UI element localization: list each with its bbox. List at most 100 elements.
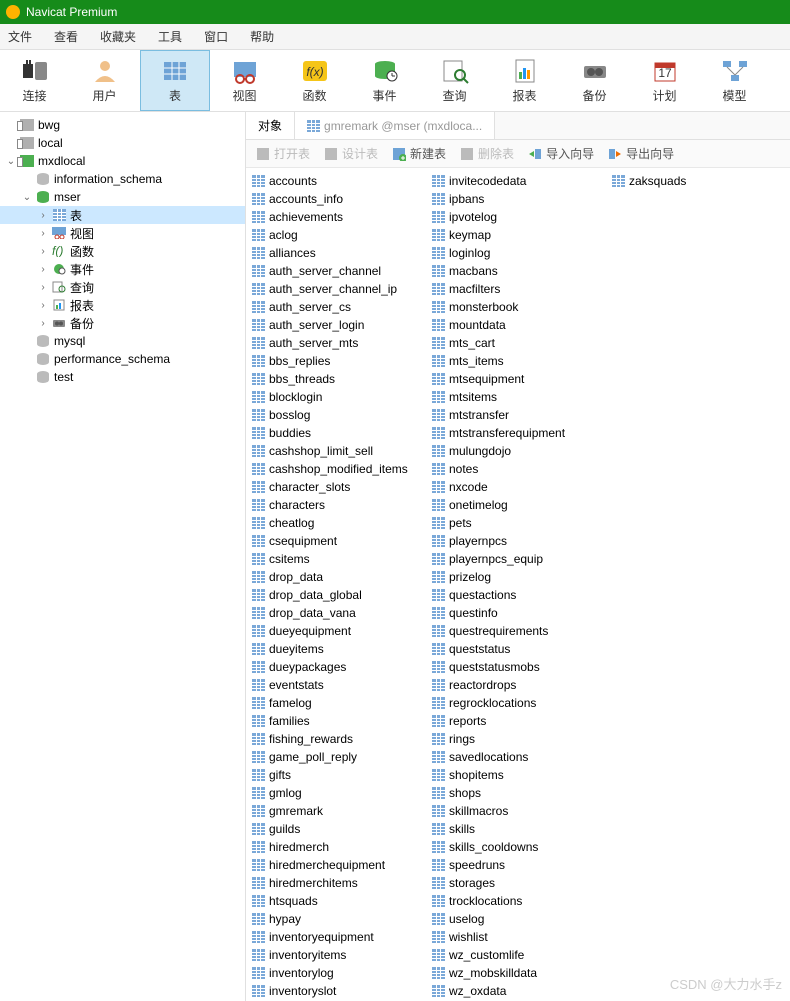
dbchild-函数[interactable]: ›f()函数 bbox=[0, 242, 245, 260]
table-item[interactable]: dueyequipment bbox=[250, 622, 430, 640]
table-item[interactable]: aclog bbox=[250, 226, 430, 244]
dbchild-视图[interactable]: ›视图 bbox=[0, 224, 245, 242]
table-item[interactable]: drop_data_vana bbox=[250, 604, 430, 622]
table-item[interactable]: macfilters bbox=[430, 280, 610, 298]
expand-icon[interactable]: ⌄ bbox=[4, 156, 18, 167]
table-item[interactable]: reactordrops bbox=[430, 676, 610, 694]
table-item[interactable]: auth_server_channel bbox=[250, 262, 430, 280]
table-item[interactable]: csitems bbox=[250, 550, 430, 568]
expand-icon[interactable]: › bbox=[36, 228, 50, 239]
table-item[interactable]: loginlog bbox=[430, 244, 610, 262]
table-item[interactable]: bbs_replies bbox=[250, 352, 430, 370]
table-item[interactable]: auth_server_cs bbox=[250, 298, 430, 316]
table-item[interactable]: regrocklocations bbox=[430, 694, 610, 712]
table-item[interactable]: mountdata bbox=[430, 316, 610, 334]
db-performance_schema[interactable]: performance_schema bbox=[0, 350, 245, 368]
table-item[interactable]: auth_server_channel_ip bbox=[250, 280, 430, 298]
table-item[interactable]: blocklogin bbox=[250, 388, 430, 406]
menu-window[interactable]: 窗口 bbox=[204, 28, 228, 45]
table-item[interactable]: accounts_info bbox=[250, 190, 430, 208]
table-item[interactable]: rings bbox=[430, 730, 610, 748]
table-item[interactable]: uselog bbox=[430, 910, 610, 928]
table-item[interactable]: inventorylog bbox=[250, 964, 430, 982]
table-item[interactable]: bbs_threads bbox=[250, 370, 430, 388]
table-item[interactable]: shopitems bbox=[430, 766, 610, 784]
tab-gmremark[interactable]: gmremark @mser (mxdloca... bbox=[295, 112, 495, 139]
table-item[interactable]: drop_data bbox=[250, 568, 430, 586]
expand-icon[interactable]: › bbox=[36, 318, 50, 329]
table-item[interactable]: drop_data_global bbox=[250, 586, 430, 604]
dbchild-表[interactable]: ›表 bbox=[0, 206, 245, 224]
table-item[interactable]: nxcode bbox=[430, 478, 610, 496]
toolbar-view-button[interactable]: 视图 bbox=[210, 50, 280, 111]
table-item[interactable]: storages bbox=[430, 874, 610, 892]
conn-bwg[interactable]: bwg bbox=[0, 116, 245, 134]
table-item[interactable]: accounts bbox=[250, 172, 430, 190]
table-item[interactable]: invitecodedata bbox=[430, 172, 610, 190]
table-item[interactable]: savedlocations bbox=[430, 748, 610, 766]
table-item[interactable]: prizelog bbox=[430, 568, 610, 586]
table-item[interactable]: monsterbook bbox=[430, 298, 610, 316]
table-item[interactable]: wz_customlife bbox=[430, 946, 610, 964]
table-item[interactable]: hiredmerch bbox=[250, 838, 430, 856]
menu-view[interactable]: 查看 bbox=[54, 28, 78, 45]
table-item[interactable]: gmlog bbox=[250, 784, 430, 802]
toolbar-model-button[interactable]: 模型 bbox=[700, 50, 770, 111]
expand-icon[interactable]: › bbox=[36, 246, 50, 257]
table-item[interactable]: auth_server_mts bbox=[250, 334, 430, 352]
expand-icon[interactable]: › bbox=[36, 300, 50, 311]
conn-local[interactable]: local bbox=[0, 134, 245, 152]
expand-icon[interactable]: › bbox=[36, 210, 50, 221]
table-item[interactable]: mts_cart bbox=[430, 334, 610, 352]
table-item[interactable]: inventoryitems bbox=[250, 946, 430, 964]
table-item[interactable]: families bbox=[250, 712, 430, 730]
menu-tools[interactable]: 工具 bbox=[158, 28, 182, 45]
table-item[interactable]: dueyitems bbox=[250, 640, 430, 658]
table-item[interactable]: wishlist bbox=[430, 928, 610, 946]
table-item[interactable]: achievements bbox=[250, 208, 430, 226]
table-item[interactable]: cheatlog bbox=[250, 514, 430, 532]
table-item[interactable]: alliances bbox=[250, 244, 430, 262]
toolbar-backup-button[interactable]: 备份 bbox=[560, 50, 630, 111]
expand-icon[interactable]: › bbox=[36, 282, 50, 293]
dbchild-事件[interactable]: ›事件 bbox=[0, 260, 245, 278]
table-item[interactable]: skills_cooldowns bbox=[430, 838, 610, 856]
table-item[interactable]: eventstats bbox=[250, 676, 430, 694]
table-item[interactable]: inventoryequipment bbox=[250, 928, 430, 946]
dbchild-备份[interactable]: ›备份 bbox=[0, 314, 245, 332]
toolbar-table-button[interactable]: 表 bbox=[140, 50, 210, 111]
table-item[interactable]: macbans bbox=[430, 262, 610, 280]
table-item[interactable]: mts_items bbox=[430, 352, 610, 370]
table-item[interactable]: onetimelog bbox=[430, 496, 610, 514]
table-item[interactable]: cashshop_limit_sell bbox=[250, 442, 430, 460]
toolbar-plug-button[interactable]: 连接 bbox=[0, 50, 70, 111]
menu-help[interactable]: 帮助 bbox=[250, 28, 274, 45]
table-item[interactable]: pets bbox=[430, 514, 610, 532]
table-item[interactable]: gmremark bbox=[250, 802, 430, 820]
table-item[interactable]: bosslog bbox=[250, 406, 430, 424]
toolbar-report-button[interactable]: 报表 bbox=[490, 50, 560, 111]
table-item[interactable]: skills bbox=[430, 820, 610, 838]
table-item[interactable]: auth_server_login bbox=[250, 316, 430, 334]
table-item[interactable]: keymap bbox=[430, 226, 610, 244]
dbchild-查询[interactable]: ›查询 bbox=[0, 278, 245, 296]
table-item[interactable]: hiredmerchitems bbox=[250, 874, 430, 892]
table-item[interactable]: cashshop_modified_items bbox=[250, 460, 430, 478]
table-item[interactable]: wz_mobskilldata bbox=[430, 964, 610, 982]
table-item[interactable]: csequipment bbox=[250, 532, 430, 550]
table-item[interactable]: wz_oxdata bbox=[430, 982, 610, 1000]
db-mser[interactable]: ⌄mser bbox=[0, 188, 245, 206]
table-item[interactable]: questrequirements bbox=[430, 622, 610, 640]
table-item[interactable]: character_slots bbox=[250, 478, 430, 496]
table-item[interactable]: queststatusmobs bbox=[430, 658, 610, 676]
table-item[interactable]: guilds bbox=[250, 820, 430, 838]
table-item[interactable]: mtsequipment bbox=[430, 370, 610, 388]
table-item[interactable]: skillmacros bbox=[430, 802, 610, 820]
table-item[interactable]: mulungdojo bbox=[430, 442, 610, 460]
expand-icon[interactable]: › bbox=[36, 264, 50, 275]
table-item[interactable]: shops bbox=[430, 784, 610, 802]
table-item[interactable]: ipbans bbox=[430, 190, 610, 208]
table-item[interactable]: game_poll_reply bbox=[250, 748, 430, 766]
table-item[interactable]: hiredmerchequipment bbox=[250, 856, 430, 874]
table-item[interactable]: gifts bbox=[250, 766, 430, 784]
